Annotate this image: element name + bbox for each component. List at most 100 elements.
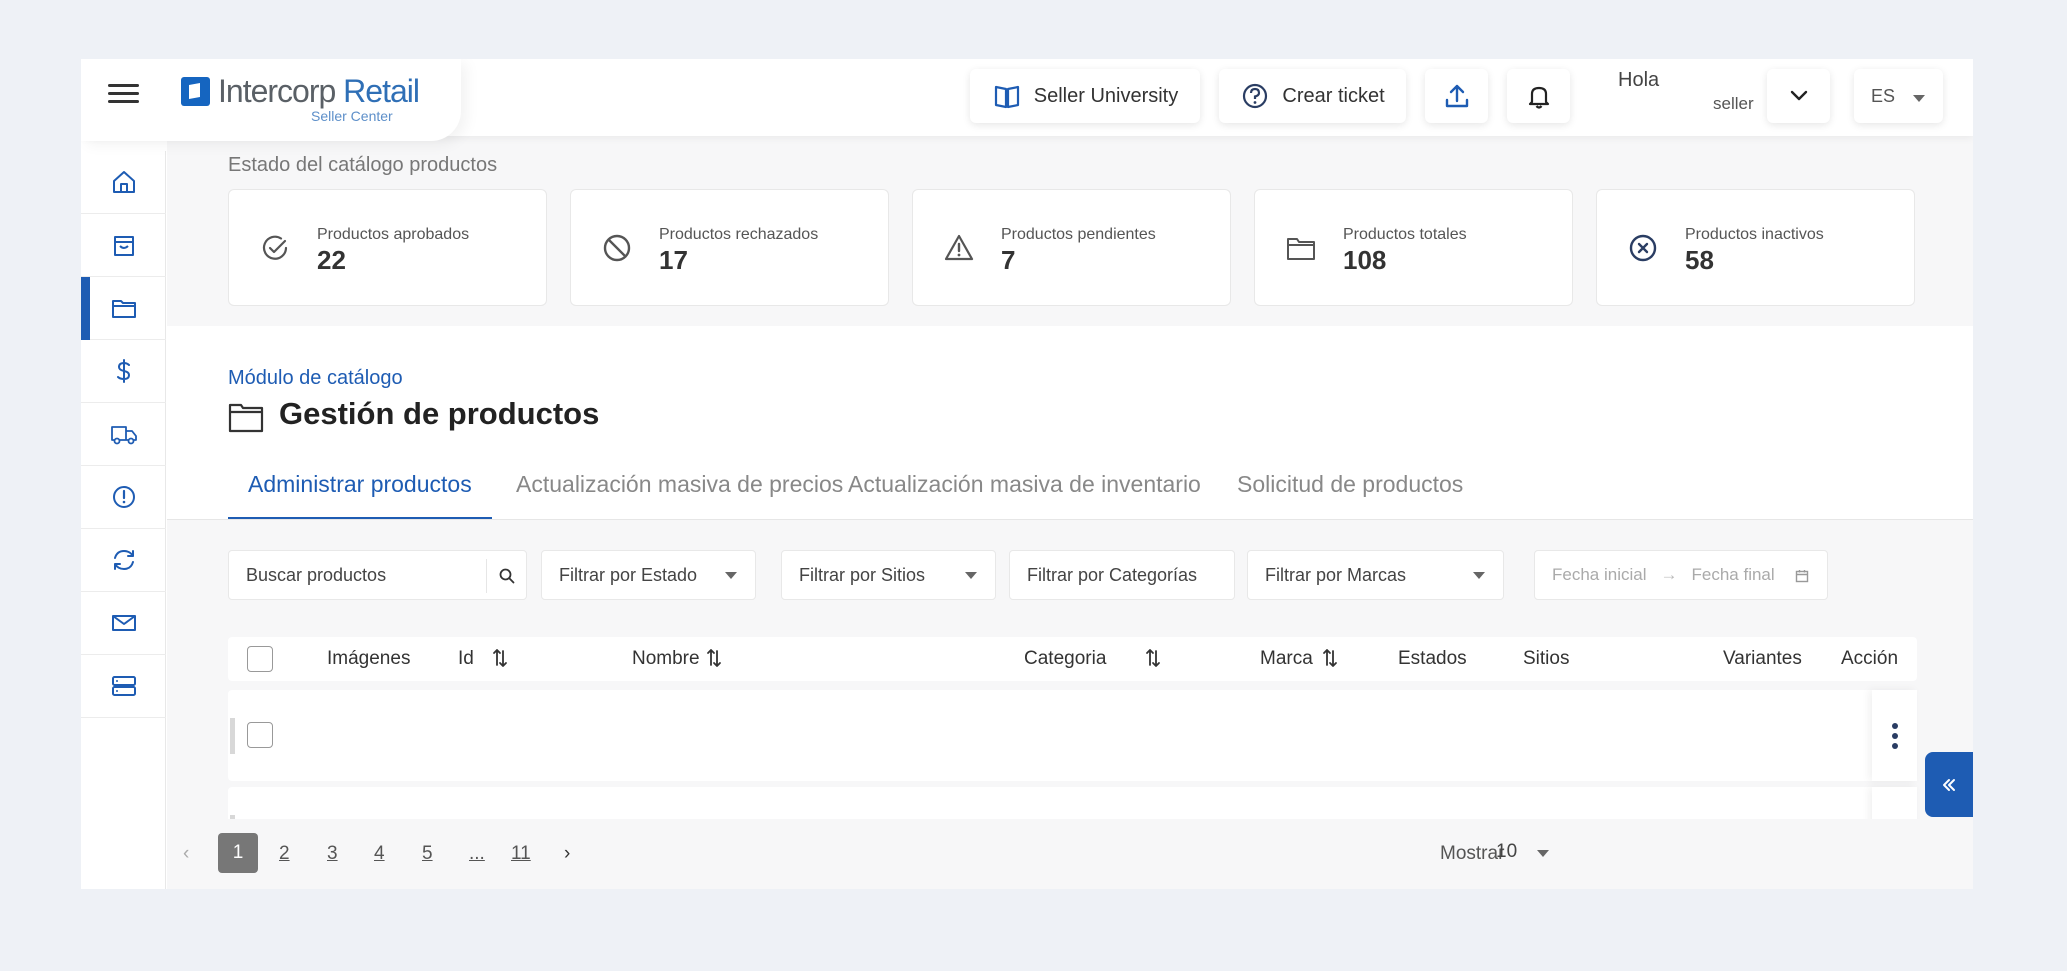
stat-label: Productos inactivos	[1685, 226, 1824, 243]
column-categoria[interactable]: Categoria	[1024, 648, 1106, 670]
caret-down-icon	[1913, 95, 1925, 102]
page-1[interactable]: 1	[218, 833, 258, 873]
column-marca[interactable]: Marca	[1260, 648, 1313, 670]
column-nombre[interactable]: Nombre	[632, 648, 700, 670]
date-range-picker[interactable]: Fecha inicial → Fecha final	[1534, 550, 1828, 600]
ban-icon	[603, 234, 631, 262]
row-checkbox[interactable]	[247, 722, 273, 748]
stats-title: Estado del catálogo productos	[228, 154, 498, 176]
filter-marcas-select[interactable]: Filtrar por Marcas	[1247, 550, 1504, 600]
select-all-checkbox[interactable]	[247, 646, 273, 672]
seller-university-label: Seller University	[1033, 84, 1179, 107]
page-2[interactable]: 2	[279, 843, 290, 865]
end-date-input[interactable]: Fecha final	[1692, 565, 1775, 585]
sidebar-item-returns[interactable]	[81, 529, 166, 592]
search-input[interactable]	[246, 551, 482, 599]
main-content: Estado del catálogo productos Productos …	[167, 136, 1973, 889]
breadcrumb[interactable]: Módulo de catálogo	[228, 367, 403, 390]
search-button[interactable]	[486, 559, 526, 593]
caret-down-icon	[965, 572, 977, 579]
server-icon	[111, 676, 136, 696]
stat-label: Productos aprobados	[317, 226, 470, 243]
company-logo[interactable]: Intercorp Retail Seller Center	[181, 73, 420, 125]
row-actions-icon[interactable]	[1872, 690, 1917, 781]
page-ellipsis[interactable]: ...	[469, 843, 485, 865]
column-id[interactable]: Id	[458, 648, 474, 670]
tab-actualizacion-inventario[interactable]: Actualización masiva de inventario	[848, 452, 1201, 520]
tab-administrar-productos[interactable]: Administrar productos	[228, 452, 492, 520]
catalog-module: Módulo de catálogo Gestión de productos …	[167, 326, 1973, 520]
sidebar-item-catalog[interactable]	[81, 277, 166, 340]
next-page-icon[interactable]: ›	[564, 843, 570, 865]
notifications-button[interactable]	[1507, 69, 1570, 123]
sidebar-item-finance[interactable]	[81, 340, 166, 403]
sort-icon[interactable]	[1145, 647, 1161, 669]
collapse-panel-button[interactable]	[1925, 752, 1973, 817]
page-5[interactable]: 5	[422, 843, 433, 865]
per-page-value: 10	[1496, 841, 1518, 862]
sort-icon[interactable]	[706, 647, 722, 669]
stat-card-total[interactable]: Productos totales 108	[1254, 189, 1573, 306]
logo-mark-icon	[181, 77, 210, 106]
column-imagenes: Imágenes	[327, 648, 411, 669]
column-variantes: Variantes	[1723, 648, 1802, 669]
per-page-select[interactable]: 10	[1479, 829, 1563, 873]
filter-estado-label: Filtrar por Estado	[559, 564, 698, 585]
prev-page-icon[interactable]: ‹	[183, 843, 189, 865]
sort-icon[interactable]	[492, 647, 508, 669]
language-value: ES	[1871, 85, 1896, 106]
sidebar-item-alerts[interactable]	[81, 466, 166, 529]
divider	[167, 519, 1973, 520]
sidebar	[81, 151, 166, 889]
page-4[interactable]: 4	[374, 843, 385, 865]
sidebar-item-shipping[interactable]	[81, 403, 166, 466]
filter-marcas-label: Filtrar por Marcas	[1265, 564, 1407, 585]
sort-icon[interactable]	[1322, 647, 1338, 669]
greeting-text: Hola	[1618, 69, 1660, 91]
app-window: Seller University Crear ticket Hola sell…	[81, 59, 1973, 889]
search-icon	[499, 568, 514, 584]
sidebar-item-home[interactable]	[81, 151, 166, 214]
chevron-down-icon	[1790, 90, 1807, 101]
filter-sitios-label: Filtrar por Sitios	[799, 564, 926, 585]
table-row[interactable]	[228, 690, 1917, 781]
truck-icon	[110, 426, 137, 445]
page-3[interactable]: 3	[327, 843, 338, 865]
stat-card-rejected[interactable]: Productos rechazados 17	[570, 189, 889, 306]
create-ticket-button[interactable]: Crear ticket	[1219, 69, 1406, 123]
sidebar-item-orders[interactable]	[81, 214, 166, 277]
stat-card-inactive[interactable]: Productos inactivos 58	[1596, 189, 1915, 306]
stat-value: 108	[1343, 245, 1387, 275]
filter-sitios-select[interactable]: Filtrar por Sitios	[781, 550, 996, 600]
refresh-icon	[113, 550, 134, 570]
check-circle-icon	[262, 235, 288, 260]
tab-solicitud-productos[interactable]: Solicitud de productos	[1237, 452, 1463, 520]
upload-button[interactable]	[1425, 69, 1488, 123]
stat-card-pending[interactable]: Productos pendientes 7	[912, 189, 1231, 306]
stat-card-approved[interactable]: Productos aprobados 22	[228, 189, 547, 306]
search-field[interactable]	[228, 550, 527, 600]
caret-down-icon	[725, 572, 737, 579]
stat-value: 17	[659, 245, 688, 275]
upload-icon	[1445, 84, 1468, 108]
tab-actualizacion-precios[interactable]: Actualización masiva de precios	[516, 452, 843, 520]
stat-label: Productos pendientes	[1001, 226, 1156, 243]
username-text: seller	[1713, 94, 1754, 113]
x-circle-icon	[1629, 234, 1657, 262]
seller-university-button[interactable]: Seller University	[970, 69, 1200, 123]
calendar-icon	[1795, 570, 1809, 583]
page-11[interactable]: 11	[511, 843, 531, 865]
filter-categorias-select[interactable]: Filtrar por Categorías	[1009, 550, 1235, 600]
language-select[interactable]: ES	[1854, 69, 1943, 123]
start-date-input[interactable]: Fecha inicial	[1552, 565, 1647, 585]
folder-icon	[228, 403, 264, 433]
sidebar-item-integrations[interactable]	[81, 655, 166, 718]
double-chevron-left-icon	[1943, 778, 1955, 791]
user-menu-button[interactable]	[1767, 69, 1830, 123]
shopping-bag-icon	[113, 236, 134, 256]
menu-icon[interactable]	[108, 79, 140, 115]
sidebar-item-messages[interactable]	[81, 592, 166, 655]
dollar-icon	[116, 359, 130, 383]
stat-label: Productos rechazados	[659, 226, 819, 243]
filter-estado-select[interactable]: Filtrar por Estado	[541, 550, 756, 600]
